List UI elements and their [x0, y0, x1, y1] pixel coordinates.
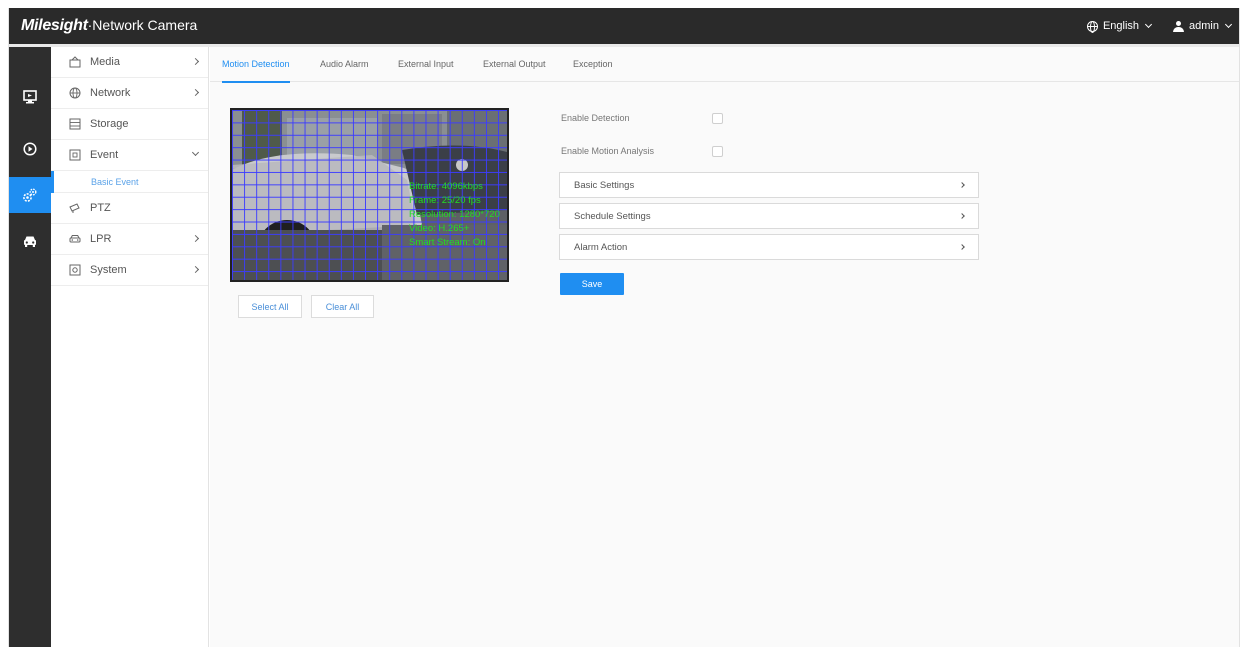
event-icon: [68, 149, 81, 162]
brand-name: ·Network Camera: [87, 17, 198, 33]
osd-line: Frame: 25/20 fps: [409, 195, 481, 206]
chevron-right-icon: [191, 88, 200, 97]
panel-label: Basic Settings: [574, 179, 635, 191]
schedule-settings-panel[interactable]: Schedule Settings: [559, 203, 979, 229]
enable-motion-analysis-label: Enable Motion Analysis: [561, 146, 655, 156]
user-label: admin: [1189, 20, 1219, 32]
globe-icon: [1086, 20, 1098, 33]
playback-icon: [23, 142, 37, 156]
osd-line: Resolution: 1280*720: [409, 209, 500, 220]
network-globe-icon: [68, 87, 81, 100]
rail-playback[interactable]: [9, 131, 51, 167]
sidebar-item-network[interactable]: Network: [51, 78, 208, 109]
settings-gear-icon: [23, 188, 37, 202]
osd-line: Smart Stream: On: [409, 237, 486, 248]
sidebar-item-ptz[interactable]: PTZ: [51, 193, 208, 224]
icon-rail: [9, 47, 51, 647]
rail-settings[interactable]: [9, 177, 51, 213]
enable-detection-checkbox[interactable]: [712, 113, 723, 124]
tab-external-output[interactable]: External Output: [483, 47, 546, 82]
monitor-icon: [23, 90, 37, 104]
sidebar-item-system[interactable]: System: [51, 255, 208, 286]
lpr-car-icon: [68, 233, 81, 246]
side-menu: Media Network Storage Event Basic Event: [51, 47, 209, 647]
osd-line: Video: H.265+: [409, 223, 470, 234]
sidebar-item-label: Media: [90, 56, 120, 68]
clear-all-button[interactable]: Clear All: [311, 295, 374, 318]
language-selector[interactable]: English: [1086, 20, 1153, 33]
brand-mark: Milesight: [21, 17, 88, 34]
storage-icon: [68, 118, 81, 131]
sidebar-item-storage[interactable]: Storage: [51, 109, 208, 140]
event-tabs: Motion Detection Audio Alarm External In…: [210, 47, 1239, 83]
sidebar-item-lpr[interactable]: LPR: [51, 224, 208, 255]
panel-label: Alarm Action: [574, 241, 628, 253]
osd-text: Bitrate: 4096kbps Frame: 25/20 fps Resol…: [409, 180, 500, 250]
tab-audio-alarm[interactable]: Audio Alarm: [320, 47, 369, 82]
main-content: Motion Detection Audio Alarm External In…: [210, 47, 1239, 647]
enable-detection-label: Enable Detection: [561, 113, 630, 123]
sidebar-subitem-basic-event[interactable]: Basic Event: [51, 171, 208, 193]
language-label: English: [1102, 20, 1140, 32]
top-right-controls: English admin: [1086, 8, 1233, 44]
tab-external-input[interactable]: External Input: [398, 47, 454, 82]
sidebar-item-label: Network: [90, 87, 131, 99]
chevron-right-icon: [191, 234, 200, 243]
panel-label: Schedule Settings: [574, 210, 651, 222]
sidebar-item-label: Storage: [90, 118, 129, 130]
rail-vehicle[interactable]: [9, 223, 51, 259]
sidebar-item-label: LPR: [90, 233, 112, 245]
sidebar-item-label: PTZ: [90, 202, 111, 214]
motion-area-preview[interactable]: Bitrate: 4096kbps Frame: 25/20 fps Resol…: [230, 108, 509, 282]
chevron-right-icon: [191, 57, 200, 66]
ptz-camera-icon: [68, 202, 81, 215]
tab-exception[interactable]: Exception: [573, 47, 613, 82]
system-gear-icon: [68, 264, 81, 277]
rail-live-view[interactable]: [9, 79, 51, 115]
media-icon: [68, 56, 81, 69]
alarm-action-panel[interactable]: Alarm Action: [559, 234, 979, 260]
sidebar-item-label: System: [90, 264, 127, 276]
save-button[interactable]: Save: [560, 273, 624, 295]
chevron-right-icon: [959, 182, 965, 188]
user-icon: [1173, 20, 1185, 32]
top-bar: Milesight·Network Camera English admin: [9, 8, 1239, 44]
chevron-right-icon: [959, 244, 965, 250]
sidebar-item-event[interactable]: Event: [51, 140, 208, 171]
chevron-down-icon: [1224, 20, 1233, 29]
car-icon: [24, 236, 36, 247]
sidebar-item-media[interactable]: Media: [51, 47, 208, 78]
tab-motion-detection[interactable]: Motion Detection: [222, 47, 290, 83]
sidebar-item-label: Event: [90, 149, 119, 161]
basic-settings-panel[interactable]: Basic Settings: [559, 172, 979, 198]
app-window: Milesight·Network Camera English admin M…: [8, 8, 1240, 647]
enable-motion-analysis-checkbox[interactable]: [712, 146, 723, 157]
chevron-right-icon: [959, 213, 965, 219]
brand-logo: Milesight·Network Camera: [21, 17, 197, 35]
chevron-down-icon: [1144, 20, 1153, 29]
select-all-button[interactable]: Select All: [238, 295, 302, 318]
sidebar-item-label: Basic Event: [91, 176, 139, 187]
chevron-right-icon: [191, 265, 200, 274]
chevron-down-icon: [191, 148, 200, 157]
user-menu[interactable]: admin: [1173, 20, 1233, 32]
osd-line: Bitrate: 4096kbps: [409, 181, 483, 192]
